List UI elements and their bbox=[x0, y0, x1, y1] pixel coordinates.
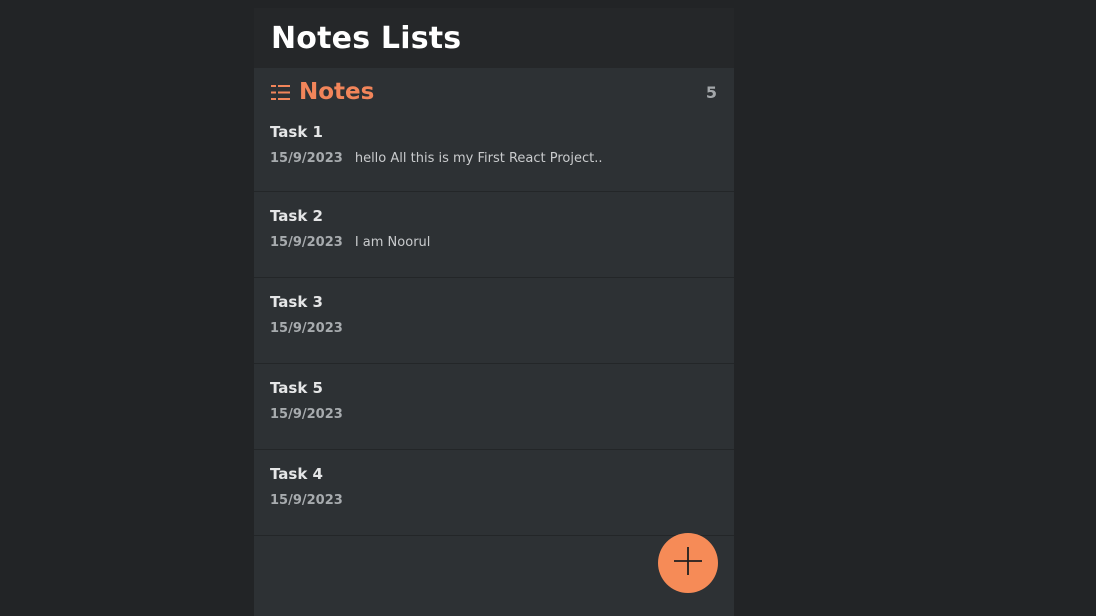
page-title: Notes Lists bbox=[271, 20, 462, 56]
note-date: 15/9/2023 bbox=[270, 493, 343, 508]
note-meta: 15/9/2023 bbox=[270, 406, 718, 424]
add-note-button[interactable] bbox=[658, 533, 718, 593]
note-preview: hello All this is my First React Project… bbox=[354, 151, 603, 166]
note-date: 15/9/2023 bbox=[270, 321, 343, 336]
list-icon bbox=[271, 83, 290, 102]
note-date: 15/9/2023 bbox=[270, 235, 343, 250]
notes-app: Notes Lists Notes 5 Task 1 15/9/2023 hel… bbox=[254, 8, 734, 616]
note-title: Task 3 bbox=[270, 293, 323, 311]
note-meta: 15/9/2023 bbox=[270, 320, 718, 338]
note-title: Task 2 bbox=[270, 207, 323, 225]
note-meta: 15/9/2023 I am Noorul bbox=[270, 234, 718, 252]
app-header: Notes Lists bbox=[254, 8, 734, 68]
notes-count-badge: 5 bbox=[705, 82, 717, 102]
note-meta: 15/9/2023 bbox=[270, 492, 718, 510]
note-date: 15/9/2023 bbox=[270, 151, 343, 166]
note-item[interactable]: Task 2 15/9/2023 I am Noorul bbox=[254, 192, 734, 278]
note-meta: 15/9/2023 hello All this is my First Rea… bbox=[270, 150, 718, 168]
note-title: Task 5 bbox=[270, 379, 323, 397]
note-title: Task 1 bbox=[270, 123, 323, 141]
plus-icon bbox=[672, 545, 704, 581]
notes-section-title: Notes bbox=[271, 79, 374, 105]
notes-section-header: Notes 5 bbox=[254, 68, 734, 116]
note-date: 15/9/2023 bbox=[270, 407, 343, 422]
note-preview: I am Noorul bbox=[354, 235, 431, 250]
note-item[interactable]: Task 1 15/9/2023 hello All this is my Fi… bbox=[254, 116, 734, 192]
note-item[interactable]: Task 4 15/9/2023 bbox=[254, 450, 734, 536]
note-item[interactable]: Task 3 15/9/2023 bbox=[254, 278, 734, 364]
notes-label: Notes bbox=[299, 79, 375, 105]
note-list: Task 1 15/9/2023 hello All this is my Fi… bbox=[254, 116, 734, 536]
note-item[interactable]: Task 5 15/9/2023 bbox=[254, 364, 734, 450]
note-title: Task 4 bbox=[270, 465, 323, 483]
